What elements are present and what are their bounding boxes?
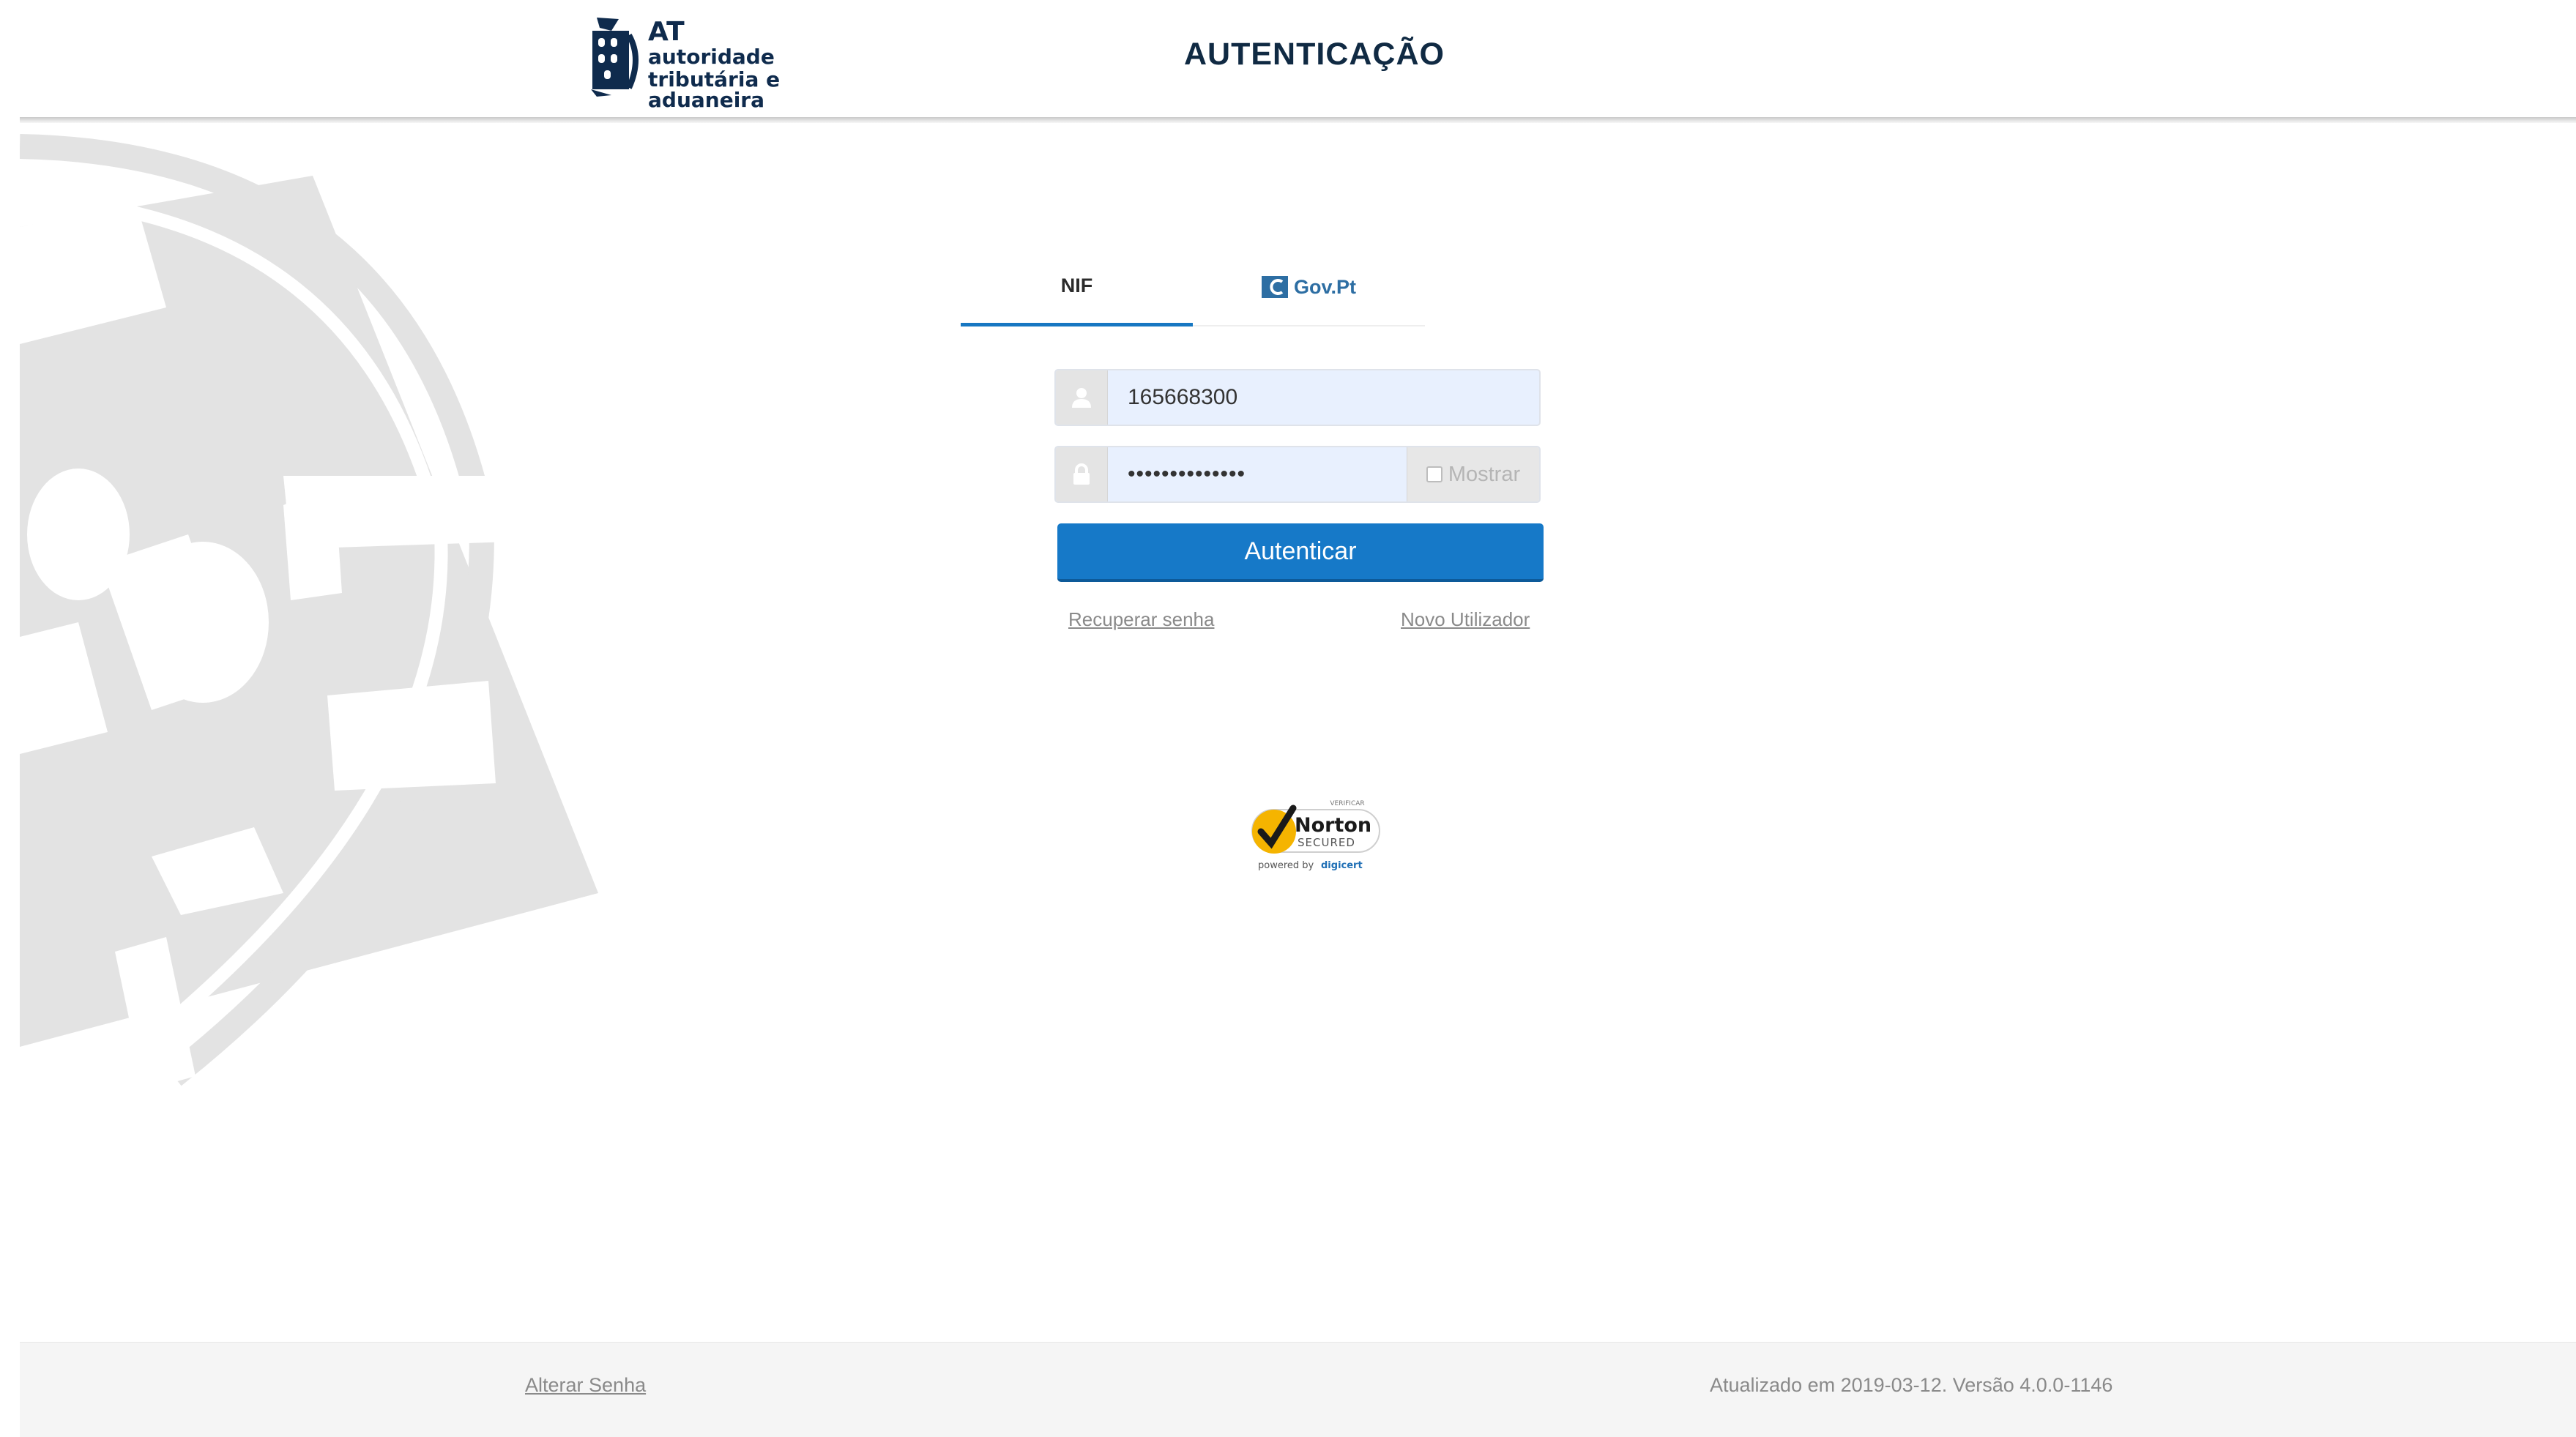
- logo-line-1: autoridade: [648, 45, 775, 69]
- tab-nif[interactable]: NIF: [961, 249, 1193, 326]
- logo-wordmark: AT autoridade tributária e aduaneira: [648, 19, 879, 113]
- gov-pt-icon: [1261, 276, 1288, 298]
- at-logo[interactable]: AT autoridade tributária e aduaneira: [589, 15, 879, 111]
- page-title: AUTENTICAÇÃO: [1184, 37, 1445, 72]
- change-password-link[interactable]: Alterar Senha: [525, 1374, 646, 1397]
- login-page: AT autoridade tributária e aduaneira AUT…: [0, 0, 2576, 1437]
- nif-field: [1054, 369, 1541, 426]
- watermark-emblem-icon: [20, 134, 598, 1091]
- header: AT autoridade tributária e aduaneira AUT…: [0, 0, 2576, 119]
- nif-input[interactable]: [1107, 370, 1539, 425]
- tab-govpt[interactable]: Gov.Pt: [1193, 249, 1425, 325]
- logo-abbr: AT: [648, 17, 685, 47]
- seal-provider: digicert: [1321, 860, 1363, 871]
- password-input[interactable]: [1107, 447, 1406, 501]
- norton-secured-seal[interactable]: VERIFICAR Norton SECURED powered by digi…: [1245, 796, 1384, 877]
- footer: Alterar Senha Atualizado em 2019-03-12. …: [20, 1342, 2576, 1437]
- tab-govpt-label: Gov.Pt: [1293, 275, 1356, 298]
- seal-powered: powered by: [1258, 860, 1314, 871]
- seal-verify-text: VERIFICAR: [1330, 800, 1364, 807]
- recover-password-link[interactable]: Recuperar senha: [1068, 608, 1214, 631]
- checkbox-icon[interactable]: [1426, 466, 1443, 482]
- header-divider: [20, 117, 2576, 123]
- new-user-link[interactable]: Novo Utilizador: [1401, 608, 1530, 631]
- version-info: Atualizado em 2019-03-12. Versão 4.0.0-1…: [1710, 1374, 2113, 1396]
- seal-brand: Norton: [1295, 814, 1371, 837]
- login-tabs: NIF Gov.Pt: [961, 249, 1425, 326]
- logo-line-2: tributária e aduaneira: [648, 67, 781, 112]
- lock-addon: [1056, 447, 1108, 501]
- tab-nif-label: NIF: [1060, 275, 1093, 296]
- lock-icon: [1073, 463, 1090, 485]
- show-password-label: Mostrar: [1448, 462, 1521, 486]
- seal-secured: SECURED: [1298, 836, 1355, 849]
- logo-emblem-icon: [591, 18, 639, 97]
- user-icon: [1072, 388, 1091, 408]
- authenticate-button[interactable]: Autenticar: [1057, 523, 1544, 582]
- user-addon: [1056, 370, 1108, 425]
- password-field: Mostrar: [1054, 446, 1541, 503]
- show-password-toggle[interactable]: Mostrar: [1407, 447, 1539, 501]
